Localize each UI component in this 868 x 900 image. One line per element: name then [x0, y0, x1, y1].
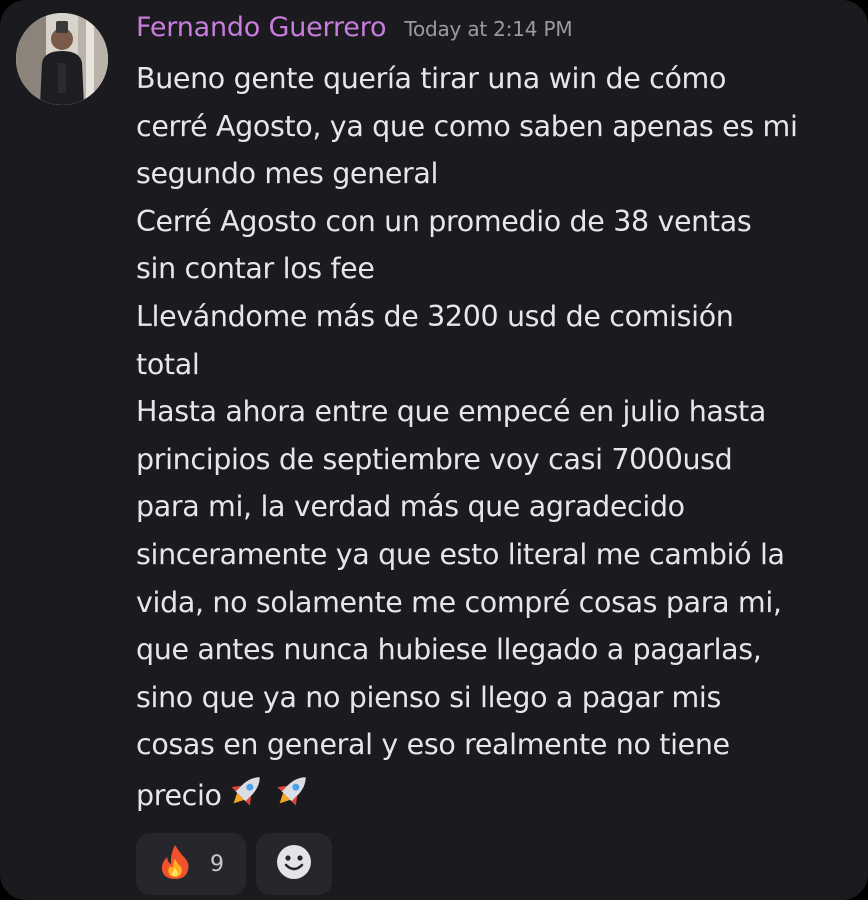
message-line: Llevándome más de 3200 usd de comisión — [136, 299, 734, 333]
fire-icon — [158, 843, 192, 886]
message-line: sino que ya no pienso si llego a pagar m… — [136, 680, 721, 714]
avatar[interactable] — [16, 13, 108, 105]
message-last-line: precio — [136, 769, 861, 826]
message-line: Cerré Agosto con un promedio de 38 venta… — [136, 204, 752, 238]
message-line: total — [136, 347, 200, 381]
add-reaction-button[interactable] — [256, 833, 332, 895]
message-line: precio — [136, 778, 222, 812]
message-header: Fernando Guerrero Today at 2:14 PM — [136, 12, 573, 52]
author-name[interactable]: Fernando Guerrero — [136, 12, 387, 43]
message-timestamp: Today at 2:14 PM — [404, 17, 573, 41]
message-line: principios de septiembre voy casi 7000us… — [136, 442, 733, 476]
message-line: sin contar los fee — [136, 252, 375, 286]
message-line: sinceramente ya que esto literal me camb… — [136, 537, 785, 571]
message-line: que antes nunca hubiese llegado a pagarl… — [136, 633, 762, 667]
message-body: Bueno gente quería tirar una win de cómo… — [136, 55, 861, 826]
reaction-bar: 9 — [136, 833, 332, 895]
avatar-photo — [16, 13, 108, 105]
message-line: Hasta ahora entre que empecé en julio ha… — [136, 395, 766, 429]
message-line: para mi, la verdad más que agradecido — [136, 490, 685, 524]
add-reaction-icon — [275, 843, 313, 886]
message-card: Fernando Guerrero Today at 2:14 PM Bueno… — [0, 0, 868, 900]
reaction-count: 9 — [210, 851, 224, 877]
rocket-icon — [226, 769, 268, 826]
message-line: Bueno gente quería tirar una win de cómo — [136, 62, 727, 95]
message-line: cosas en general y eso realmente no tien… — [136, 728, 730, 762]
rocket-icon — [272, 769, 314, 826]
reaction-fire-button[interactable]: 9 — [136, 833, 246, 895]
message-line: segundo mes general — [136, 157, 439, 191]
message-line: cerré Agosto, ya que como saben apenas e… — [136, 109, 798, 143]
message-line: vida, no solamente me compré cosas para … — [136, 585, 782, 619]
